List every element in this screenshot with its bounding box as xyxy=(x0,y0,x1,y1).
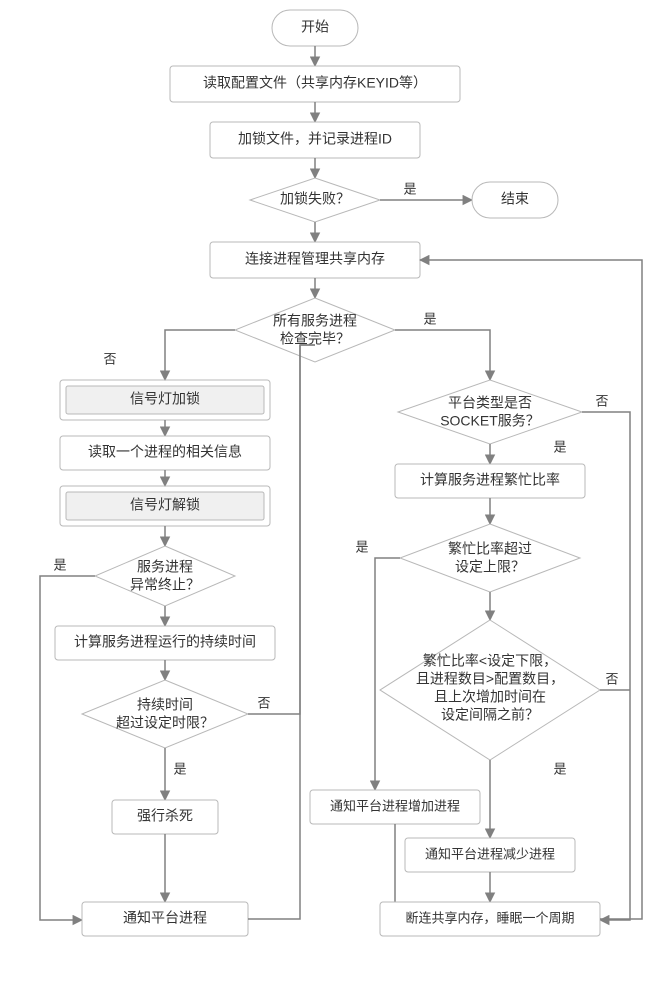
edge-all-checked-yes: 是 xyxy=(423,311,436,326)
edge-is-socket-yes: 是 xyxy=(553,439,566,454)
busy-exceed-line1: 繁忙比率超过 xyxy=(448,541,532,557)
node-disconnect-sleep: 断连共享内存，睡眠一个周期 xyxy=(380,902,600,936)
disconnect-sleep-label: 断连共享内存，睡眠一个周期 xyxy=(405,910,574,925)
start-label: 开始 xyxy=(301,19,329,35)
edge-busy-below-yes: 是 xyxy=(553,761,566,776)
edge-busy-exceed-yes: 是 xyxy=(355,539,368,554)
node-connect-shm: 连接进程管理共享内存 xyxy=(210,242,420,278)
node-all-checked: 所有服务进程 检查完毕？ xyxy=(235,298,395,362)
notify-add-label: 通知平台进程增加进程 xyxy=(330,798,460,813)
notify-reduce-label: 通知平台进程减少进程 xyxy=(425,846,555,861)
node-calc-busy: 计算服务进程繁忙比率 xyxy=(395,464,585,498)
edge-lock-failed-yes: 是 xyxy=(403,181,416,196)
duration-exceed-line2: 超过设定时限？ xyxy=(116,715,214,731)
proc-abnormal-line1: 服务进程 xyxy=(137,559,193,575)
force-kill-label: 强行杀死 xyxy=(137,808,193,824)
busy-below-line2: 且进程数目>配置数目， xyxy=(416,671,564,687)
edge-proc-abnormal-yes: 是 xyxy=(53,557,66,572)
busy-below-line1: 繁忙比率<设定下限， xyxy=(423,653,557,669)
duration-exceed-line1: 持续时间 xyxy=(137,697,193,713)
edge-duration-exceed-no: 否 xyxy=(257,695,270,710)
is-socket-line2: SOCKET服务？ xyxy=(440,413,540,429)
node-sem-lock: 信号灯加锁 xyxy=(60,380,270,420)
node-read-proc: 读取一个进程的相关信息 xyxy=(60,436,270,470)
node-notify-platform: 通知平台进程 xyxy=(82,902,248,936)
node-end: 结束 xyxy=(472,182,558,218)
is-socket-line1: 平台类型是否 xyxy=(448,395,532,411)
busy-below-line3: 且上次增加时间在 xyxy=(434,689,546,705)
node-duration-exceed: 持续时间 超过设定时限？ xyxy=(82,680,248,748)
end-label: 结束 xyxy=(501,191,529,207)
node-calc-duration: 计算服务进程运行的持续时间 xyxy=(55,626,275,660)
notify-platform-label: 通知平台进程 xyxy=(123,910,207,926)
edge-duration-exceed-yes: 是 xyxy=(173,761,186,776)
node-busy-exceed: 繁忙比率超过 设定上限？ xyxy=(400,524,580,592)
busy-below-line4: 设定间隔之前？ xyxy=(441,707,539,723)
node-start: 开始 xyxy=(272,10,358,46)
lock-file-label: 加锁文件，并记录进程ID xyxy=(238,131,392,147)
node-busy-below: 繁忙比率<设定下限， 且进程数目>配置数目， 且上次增加时间在 设定间隔之前？ xyxy=(380,620,600,760)
edge-is-socket-no: 否 xyxy=(595,393,608,408)
node-lock-failed: 加锁失败？ xyxy=(250,178,380,222)
node-force-kill: 强行杀死 xyxy=(112,800,218,834)
edge-busy-below-no: 否 xyxy=(605,671,618,686)
node-notify-add: 通知平台进程增加进程 xyxy=(310,790,480,824)
sem-lock-label: 信号灯加锁 xyxy=(130,391,200,407)
node-lock-file: 加锁文件，并记录进程ID xyxy=(210,122,420,158)
node-is-socket: 平台类型是否 SOCKET服务？ xyxy=(398,380,582,444)
calc-busy-label: 计算服务进程繁忙比率 xyxy=(420,472,560,488)
calc-duration-label: 计算服务进程运行的持续时间 xyxy=(74,634,256,650)
node-notify-reduce: 通知平台进程减少进程 xyxy=(405,838,575,872)
all-checked-line1: 所有服务进程 xyxy=(273,313,357,329)
busy-exceed-line2: 设定上限？ xyxy=(455,559,525,575)
node-sem-unlock: 信号灯解锁 xyxy=(60,486,270,526)
read-config-label: 读取配置文件（共享内存KEYID等） xyxy=(203,75,427,91)
sem-unlock-label: 信号灯解锁 xyxy=(130,497,200,513)
connect-shm-label: 连接进程管理共享内存 xyxy=(245,251,385,267)
edge-all-checked-no: 否 xyxy=(103,351,116,366)
read-proc-label: 读取一个进程的相关信息 xyxy=(88,444,242,460)
node-proc-abnormal: 服务进程 异常终止？ xyxy=(95,546,235,606)
flowchart-canvas: 开始 读取配置文件（共享内存KEYID等） 加锁文件，并记录进程ID 加锁失败？… xyxy=(0,0,652,1000)
proc-abnormal-line2: 异常终止？ xyxy=(130,577,200,593)
node-read-config: 读取配置文件（共享内存KEYID等） xyxy=(170,66,460,102)
lock-failed-label: 加锁失败？ xyxy=(280,191,350,207)
